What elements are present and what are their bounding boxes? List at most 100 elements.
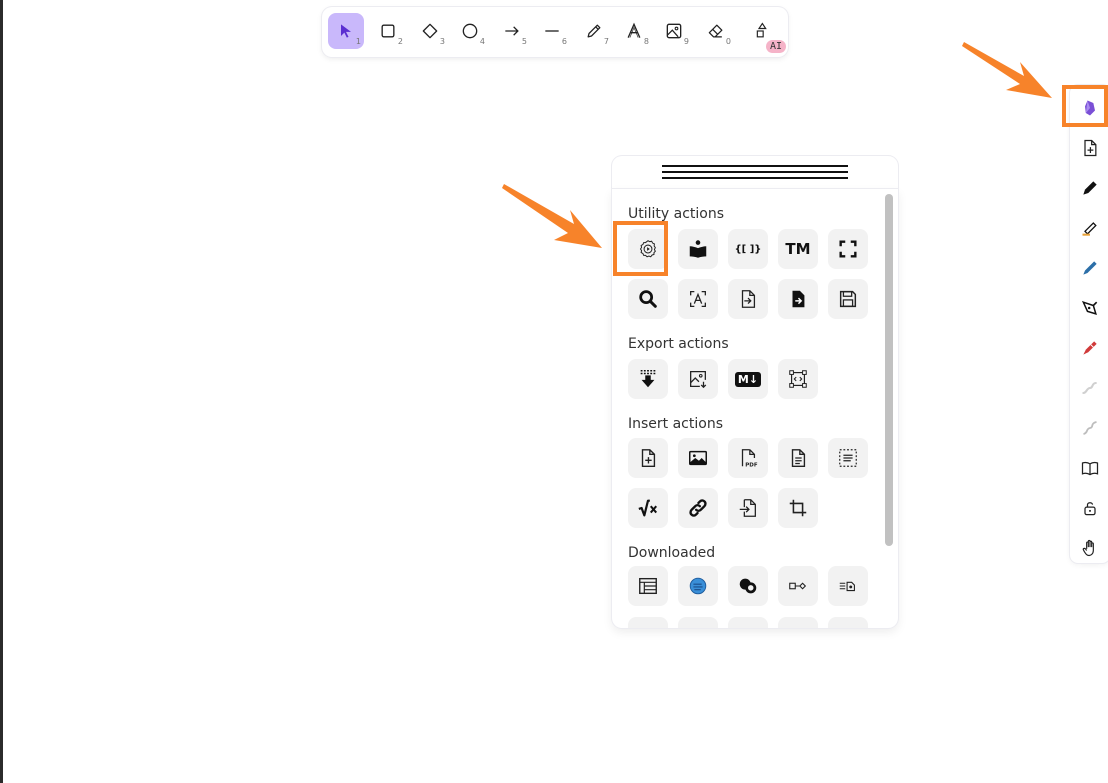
pen-icon xyxy=(1083,181,1097,195)
downloaded-item[interactable] xyxy=(828,617,868,628)
downloaded-globe-button[interactable] xyxy=(678,566,718,606)
tool-key: 8 xyxy=(643,37,649,46)
insert-image-button[interactable] xyxy=(678,438,718,478)
tool-diamond[interactable]: 3 xyxy=(412,13,448,49)
tool-ai-shapes[interactable]: AI xyxy=(746,13,786,53)
line-icon xyxy=(545,30,559,32)
insert-link-button[interactable] xyxy=(678,488,718,528)
sqrt-x-icon xyxy=(638,499,658,517)
export-svg-button[interactable] xyxy=(778,359,818,399)
tool-arrow[interactable]: 5 xyxy=(494,13,530,49)
red-marker-icon xyxy=(1083,341,1097,355)
book-button[interactable] xyxy=(1074,452,1106,484)
ocr-button[interactable] xyxy=(678,279,718,319)
insert-transclude-button[interactable] xyxy=(728,488,768,528)
marker-button[interactable] xyxy=(1074,252,1106,284)
shapes-icon xyxy=(756,22,767,38)
tool-key: 9 xyxy=(683,37,689,46)
diamond-icon xyxy=(422,23,438,39)
svg-text:PDF: PDF xyxy=(745,462,758,468)
pencil-icon xyxy=(587,24,601,38)
tool-key: 0 xyxy=(725,37,731,46)
tool-image[interactable]: 9 xyxy=(656,13,692,49)
document-icon xyxy=(791,449,806,467)
export-download-button[interactable] xyxy=(628,359,668,399)
section-title-downloaded: Downloaded xyxy=(628,545,716,561)
highlighter-icon xyxy=(1082,222,1097,236)
library-button[interactable] xyxy=(678,229,718,269)
export-image-button[interactable] xyxy=(678,359,718,399)
insert-file-button[interactable] xyxy=(628,438,668,478)
book-icon xyxy=(1081,461,1099,476)
tool-key: 2 xyxy=(397,37,403,46)
tool-text[interactable]: 8 xyxy=(616,13,652,49)
reader-book-icon xyxy=(689,240,707,258)
marker-icon xyxy=(1083,261,1097,275)
downloaded-item[interactable] xyxy=(628,617,668,628)
tool-key: 4 xyxy=(479,37,485,46)
search-icon xyxy=(639,290,657,308)
image-export-icon xyxy=(690,371,707,389)
save-button[interactable] xyxy=(828,279,868,319)
markdown-icon: M↓ xyxy=(734,371,762,387)
highlight-obsidian-button xyxy=(1062,85,1108,127)
hand-button[interactable] xyxy=(1074,532,1106,564)
eraser-icon xyxy=(708,24,723,38)
pointer-arrow-icon xyxy=(962,42,1052,98)
tool-key: 7 xyxy=(603,37,609,46)
insert-document-button[interactable] xyxy=(778,438,818,478)
crop-icon xyxy=(789,499,807,517)
export-markdown-button[interactable]: M↓ xyxy=(728,359,768,399)
save-icon xyxy=(839,290,857,308)
downloaded-connector-button[interactable] xyxy=(778,566,818,606)
tool-ellipse[interactable]: 4 xyxy=(452,13,488,49)
downloaded-shapes-button[interactable] xyxy=(728,566,768,606)
tool-eraser[interactable]: 0 xyxy=(698,13,734,49)
downloaded-list-image-button[interactable] xyxy=(828,566,868,606)
tool-key: 5 xyxy=(521,37,527,46)
insert-pdf-button[interactable]: PDF xyxy=(728,438,768,478)
trademark-button[interactable]: TM xyxy=(778,229,818,269)
highlighter-button[interactable] xyxy=(1074,212,1106,244)
section-title-insert: Insert actions xyxy=(628,416,723,432)
image-icon xyxy=(689,450,707,466)
fullscreen-button[interactable] xyxy=(828,229,868,269)
import-file-button[interactable] xyxy=(778,279,818,319)
squiggle-light-button[interactable] xyxy=(1074,372,1106,404)
download-icon xyxy=(640,370,656,388)
lock-button[interactable] xyxy=(1074,492,1106,524)
downloaded-item[interactable] xyxy=(678,617,718,628)
search-button[interactable] xyxy=(628,279,668,319)
code-frame-icon xyxy=(789,370,807,388)
squiggle-button[interactable] xyxy=(1074,412,1106,444)
new-file-button[interactable] xyxy=(1074,132,1106,164)
insert-latex-button[interactable] xyxy=(628,488,668,528)
downloaded-item[interactable] xyxy=(778,617,818,628)
globe-script-icon xyxy=(689,577,707,595)
fountain-pen-icon xyxy=(1081,300,1098,315)
crop-button[interactable] xyxy=(778,488,818,528)
section-title-export: Export actions xyxy=(628,336,729,352)
fountain-pen-button[interactable] xyxy=(1074,292,1106,324)
panel-scrollbar[interactable] xyxy=(885,194,893,546)
insert-embed-button[interactable] xyxy=(828,438,868,478)
drag-handle-icon xyxy=(662,165,848,183)
open-file-button[interactable] xyxy=(728,279,768,319)
tool-selection[interactable]: 1 xyxy=(328,13,364,49)
tool-draw[interactable]: 7 xyxy=(576,13,612,49)
ai-badge: AI xyxy=(765,40,786,53)
downloaded-item[interactable] xyxy=(728,617,768,628)
downloaded-table-button[interactable] xyxy=(628,566,668,606)
new-file-icon xyxy=(641,449,656,467)
file-embed-icon xyxy=(739,499,756,517)
panel-drag-handle[interactable] xyxy=(612,156,898,188)
tool-rectangle[interactable]: 2 xyxy=(370,13,406,49)
brackets-button[interactable]: {[ ]} xyxy=(728,229,768,269)
file-import-icon xyxy=(792,290,805,308)
red-marker-button[interactable] xyxy=(1074,332,1106,364)
tool-key: 3 xyxy=(439,37,445,46)
image-icon xyxy=(666,23,682,39)
pointer-icon xyxy=(341,24,351,38)
pen-button[interactable] xyxy=(1074,172,1106,204)
tool-line[interactable]: 6 xyxy=(534,13,570,49)
